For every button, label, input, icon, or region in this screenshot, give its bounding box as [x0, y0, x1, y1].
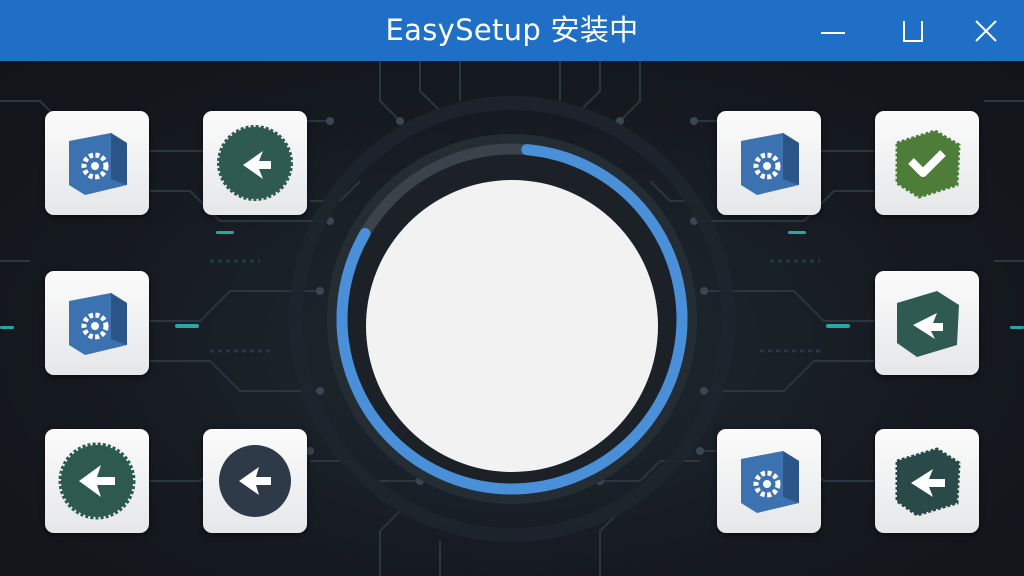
- maximize-button[interactable]: [883, 0, 943, 61]
- tile-right-2[interactable]: [875, 111, 979, 215]
- close-button[interactable]: [956, 0, 1016, 61]
- checkmark-package-icon: [895, 129, 961, 199]
- minimize-button[interactable]: [803, 0, 863, 61]
- maximize-icon: [903, 20, 923, 42]
- back-arrow-badge-icon: [219, 445, 291, 517]
- install-canvas: [0, 61, 1024, 576]
- tile-left-1[interactable]: [45, 111, 149, 215]
- close-icon: [975, 19, 997, 42]
- gear-package-icon: [69, 133, 127, 195]
- tile-left-5[interactable]: [203, 429, 307, 533]
- gear-package-icon: [741, 451, 799, 513]
- arrow-package-icon: [897, 291, 959, 357]
- installer-window: EasySetup 安装中: [0, 0, 1024, 576]
- tile-left-2[interactable]: [203, 111, 307, 215]
- tile-right-1[interactable]: [717, 111, 821, 215]
- gear-package-icon: [741, 133, 799, 195]
- tile-right-4[interactable]: [717, 429, 821, 533]
- minimize-icon: [821, 31, 845, 34]
- back-arrow-package-icon: [895, 447, 961, 517]
- window-title: EasySetup 安装中: [385, 13, 639, 47]
- back-arrow-badge-icon: [217, 125, 293, 201]
- title-bar[interactable]: EasySetup 安装中: [0, 0, 1024, 61]
- gear-package-icon: [69, 293, 127, 355]
- tile-left-4[interactable]: [45, 429, 149, 533]
- tile-right-3[interactable]: [875, 271, 979, 375]
- tile-right-5[interactable]: [875, 429, 979, 533]
- progress-ring: [289, 96, 735, 542]
- center-disc: [366, 180, 658, 472]
- tile-left-3[interactable]: [45, 271, 149, 375]
- back-arrow-badge-icon: [58, 442, 136, 520]
